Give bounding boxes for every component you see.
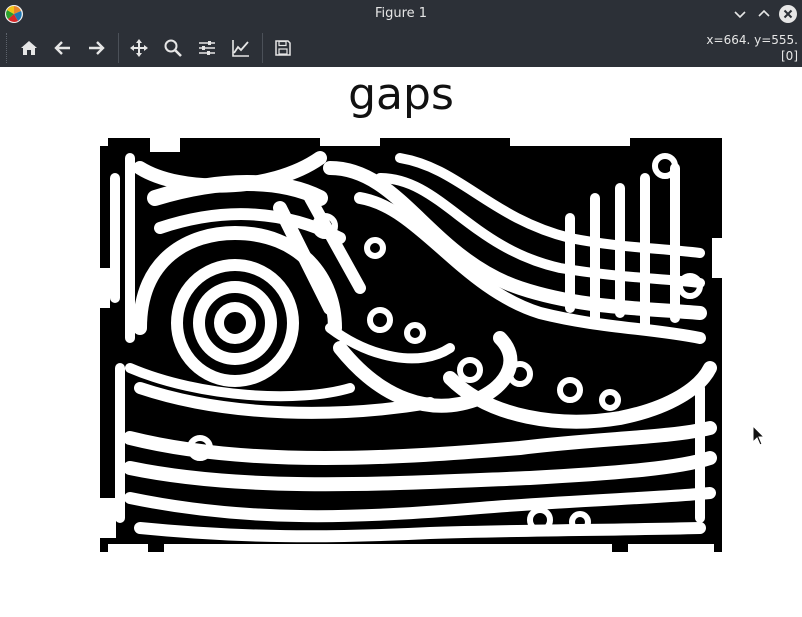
arrow-right-icon [89,41,105,55]
home-button[interactable] [15,34,43,62]
move-icon [130,39,148,57]
minimize-icon[interactable] [730,4,750,24]
binary-image-plot[interactable] [100,138,722,552]
home-icon [21,41,37,55]
pan-button[interactable] [125,34,153,62]
toolbar-grip[interactable] [6,33,10,63]
sliders-icon [199,41,215,55]
configure-subplots-button[interactable] [193,34,221,62]
edit-axis-button[interactable] [227,34,255,62]
window-titlebar: Figure 1 [0,0,802,29]
forward-button[interactable] [82,34,110,62]
plot-title: gaps [348,69,454,120]
coords-value: [0] [781,49,798,63]
toolbar-separator [118,33,119,63]
arrow-left-icon [54,41,70,55]
magnifier-icon [164,39,182,57]
mouse-cursor-icon [752,425,766,446]
floppy-disk-icon [275,40,291,56]
navigation-toolbar: x=664. y=555. [0] [0,29,802,67]
toolbar-separator [262,33,263,63]
zoom-button[interactable] [159,34,187,62]
window-title: Figure 1 [374,6,428,21]
line-chart-icon [232,40,249,57]
cursor-coordinates: x=664. y=555. [0] [706,32,798,64]
coords-xy: x=664. y=555. [706,33,798,47]
figure-canvas[interactable]: gaps [0,67,802,617]
save-button[interactable] [269,34,297,62]
maximize-icon[interactable] [754,4,774,24]
back-button[interactable] [49,34,77,62]
close-icon[interactable] [778,4,798,24]
